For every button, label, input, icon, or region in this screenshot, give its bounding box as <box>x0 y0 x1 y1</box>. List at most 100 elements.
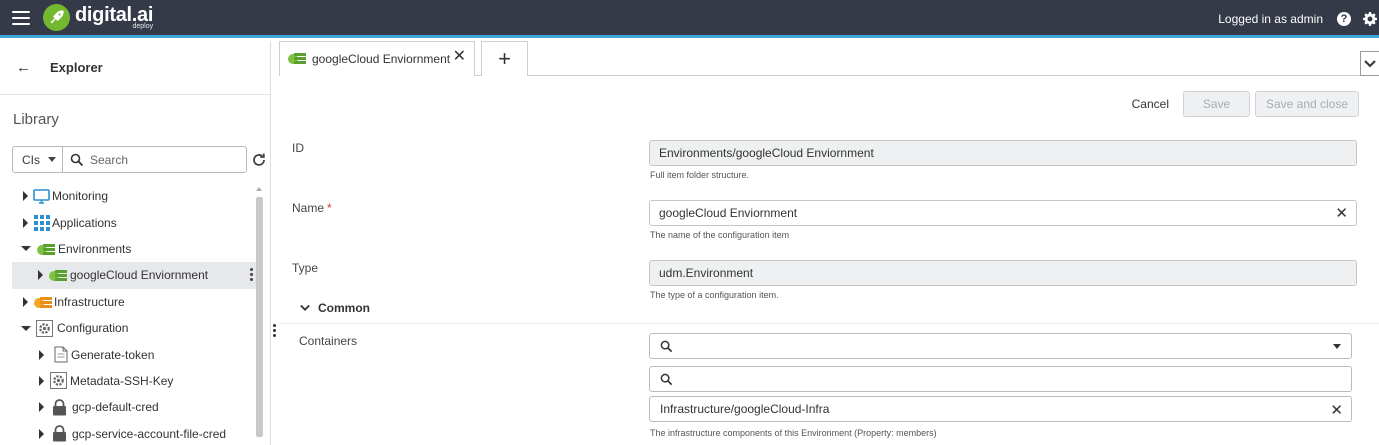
user-status[interactable]: Logged in as admin <box>1218 12 1323 26</box>
tree-item-infrastructure[interactable]: Infrastructure <box>0 289 255 315</box>
environments-icon <box>36 240 56 257</box>
tab-label: googleCloud Enviornment <box>312 52 451 66</box>
type-value: udm.Environment <box>659 266 754 280</box>
tree-item-label: Metadata-SSH-Key <box>70 373 174 388</box>
id-field: Environments/googleCloud Enviornment <box>649 140 1357 166</box>
brand-logo[interactable]: digital.ai deploy <box>43 4 153 31</box>
rocket-logo-icon <box>43 4 70 31</box>
top-bar: digital.ai deploy Logged in as admin ? <box>0 0 1379 38</box>
expand-arrow-icon[interactable] <box>23 217 28 228</box>
brand-subtitle: deploy <box>132 23 154 30</box>
tree-item-gcp-service-account-file-cred[interactable]: gcp-service-account-file-cred <box>0 421 255 445</box>
chevron-down-icon <box>300 304 310 311</box>
name-value: googleCloud Enviornment <box>659 206 798 220</box>
ci-filter-select[interactable]: CIs <box>13 147 63 172</box>
type-field: udm.Environment <box>649 260 1357 286</box>
environments-icon <box>48 267 68 284</box>
expand-arrow-icon[interactable] <box>39 428 44 439</box>
chevron-down-icon <box>1364 59 1376 67</box>
library-title: Library <box>13 111 59 128</box>
tree-scrollbar-thumb[interactable] <box>256 197 263 437</box>
search-icon <box>70 153 84 167</box>
library-tree: Monitoring Applications Environments goo… <box>0 183 257 445</box>
help-icon[interactable]: ? <box>1337 12 1351 26</box>
save-and-close-button[interactable]: Save and close <box>1255 91 1359 117</box>
add-tab-button[interactable]: + <box>481 41 528 76</box>
tree-item-label: gcp-default-cred <box>72 400 159 415</box>
chevron-down-icon[interactable] <box>1333 344 1341 349</box>
cancel-button[interactable]: Cancel <box>1132 97 1169 111</box>
tree-item-label: Environments <box>58 241 132 256</box>
expand-arrow-icon[interactable] <box>39 375 44 386</box>
container-value: Infrastructure/googleCloud-Infra <box>660 402 830 416</box>
tabs-dropdown-button[interactable] <box>1360 51 1379 76</box>
expand-arrow-icon[interactable] <box>39 402 44 413</box>
tree-item-gcp-default-cred[interactable]: gcp-default-cred <box>0 394 255 420</box>
expand-arrow-icon[interactable] <box>39 349 44 360</box>
tree-item-label: Applications <box>52 215 117 230</box>
name-field[interactable]: googleCloud Enviornment ✕ <box>649 200 1357 226</box>
hamburger-menu-icon[interactable] <box>12 10 30 25</box>
name-label: Name * <box>292 201 332 215</box>
library-search: CIs <box>12 146 247 173</box>
monitor-icon <box>33 188 50 205</box>
containers-dropdown[interactable] <box>649 333 1352 359</box>
id-label: ID <box>292 141 304 155</box>
tree-item-label: gcp-service-account-file-cred <box>72 426 227 441</box>
form-actions: Cancel Save Save and close <box>1132 91 1359 117</box>
clear-icon[interactable]: ✕ <box>1335 204 1348 222</box>
collapse-arrow-icon[interactable] <box>21 325 31 331</box>
lock-icon <box>51 398 68 416</box>
id-help: Full item folder structure. <box>650 170 750 180</box>
lock-icon <box>51 425 68 442</box>
document-icon <box>52 346 69 363</box>
gear-icon[interactable] <box>1363 12 1377 26</box>
expand-arrow-icon[interactable] <box>38 270 43 281</box>
save-button[interactable]: Save <box>1183 91 1250 117</box>
chevron-down-icon <box>48 157 56 162</box>
editor-tabs: googleCloud Enviornment ✕ + <box>279 41 1379 76</box>
containers-help: The infrastructure components of this En… <box>650 428 937 438</box>
tree-item-label: Configuration <box>57 321 129 336</box>
tree-item-environments[interactable]: Environments <box>0 236 255 262</box>
tree-item-configuration[interactable]: Configuration <box>0 315 255 341</box>
tree-item-monitoring[interactable]: Monitoring <box>0 183 255 209</box>
tree-item-label: Monitoring <box>52 189 109 204</box>
tree-item-googlecloud-enviornment[interactable]: googleCloud Enviornment <box>12 262 257 289</box>
search-input[interactable] <box>90 152 230 167</box>
close-icon[interactable]: ✕ <box>453 46 466 66</box>
search-icon <box>660 340 673 352</box>
search-icon <box>660 373 673 385</box>
ci-filter-value: CIs <box>22 152 40 167</box>
explorer-panel: ← Explorer Library CIs Monitoring <box>0 41 271 445</box>
remove-icon[interactable]: ✕ <box>1330 401 1343 419</box>
expand-arrow-icon[interactable] <box>23 296 28 307</box>
type-help: The type of a configuration item. <box>650 290 779 300</box>
collapse-arrow-icon[interactable] <box>21 246 31 252</box>
configuration-icon <box>36 319 53 337</box>
tree-item-label: googleCloud Enviornment <box>70 268 209 283</box>
more-options-icon[interactable] <box>250 268 253 282</box>
expand-arrow-icon[interactable] <box>23 191 28 202</box>
type-label: Type <box>292 261 319 275</box>
tree-item-metadata-ssh-key[interactable]: Metadata-SSH-Key <box>0 368 255 394</box>
applications-grid-icon <box>33 214 50 231</box>
brand-name: digital.ai <box>75 4 154 26</box>
container-item[interactable]: Infrastructure/googleCloud-Infra ✕ <box>649 396 1352 422</box>
required-marker: * <box>327 201 332 215</box>
tree-item-applications[interactable]: Applications <box>0 209 255 235</box>
containers-search-input[interactable] <box>649 366 1352 392</box>
back-arrow-icon[interactable]: ← <box>16 59 32 76</box>
containers-label: Containers <box>299 334 358 348</box>
section-divider <box>279 323 1379 324</box>
infrastructure-icon <box>33 293 53 310</box>
id-value: Environments/googleCloud Enviornment <box>659 146 874 160</box>
tree-item-generate-token[interactable]: Generate-token <box>0 341 255 367</box>
refresh-icon[interactable] <box>251 152 267 168</box>
common-section-toggle[interactable]: Common <box>300 301 370 315</box>
tab-googlecloud-enviornment[interactable]: googleCloud Enviornment ✕ <box>279 41 475 76</box>
scroll-up-arrow-icon[interactable] <box>256 187 262 191</box>
configuration-icon <box>50 372 67 390</box>
section-title: Common <box>318 301 370 315</box>
panel-resize-handle[interactable] <box>273 324 276 337</box>
